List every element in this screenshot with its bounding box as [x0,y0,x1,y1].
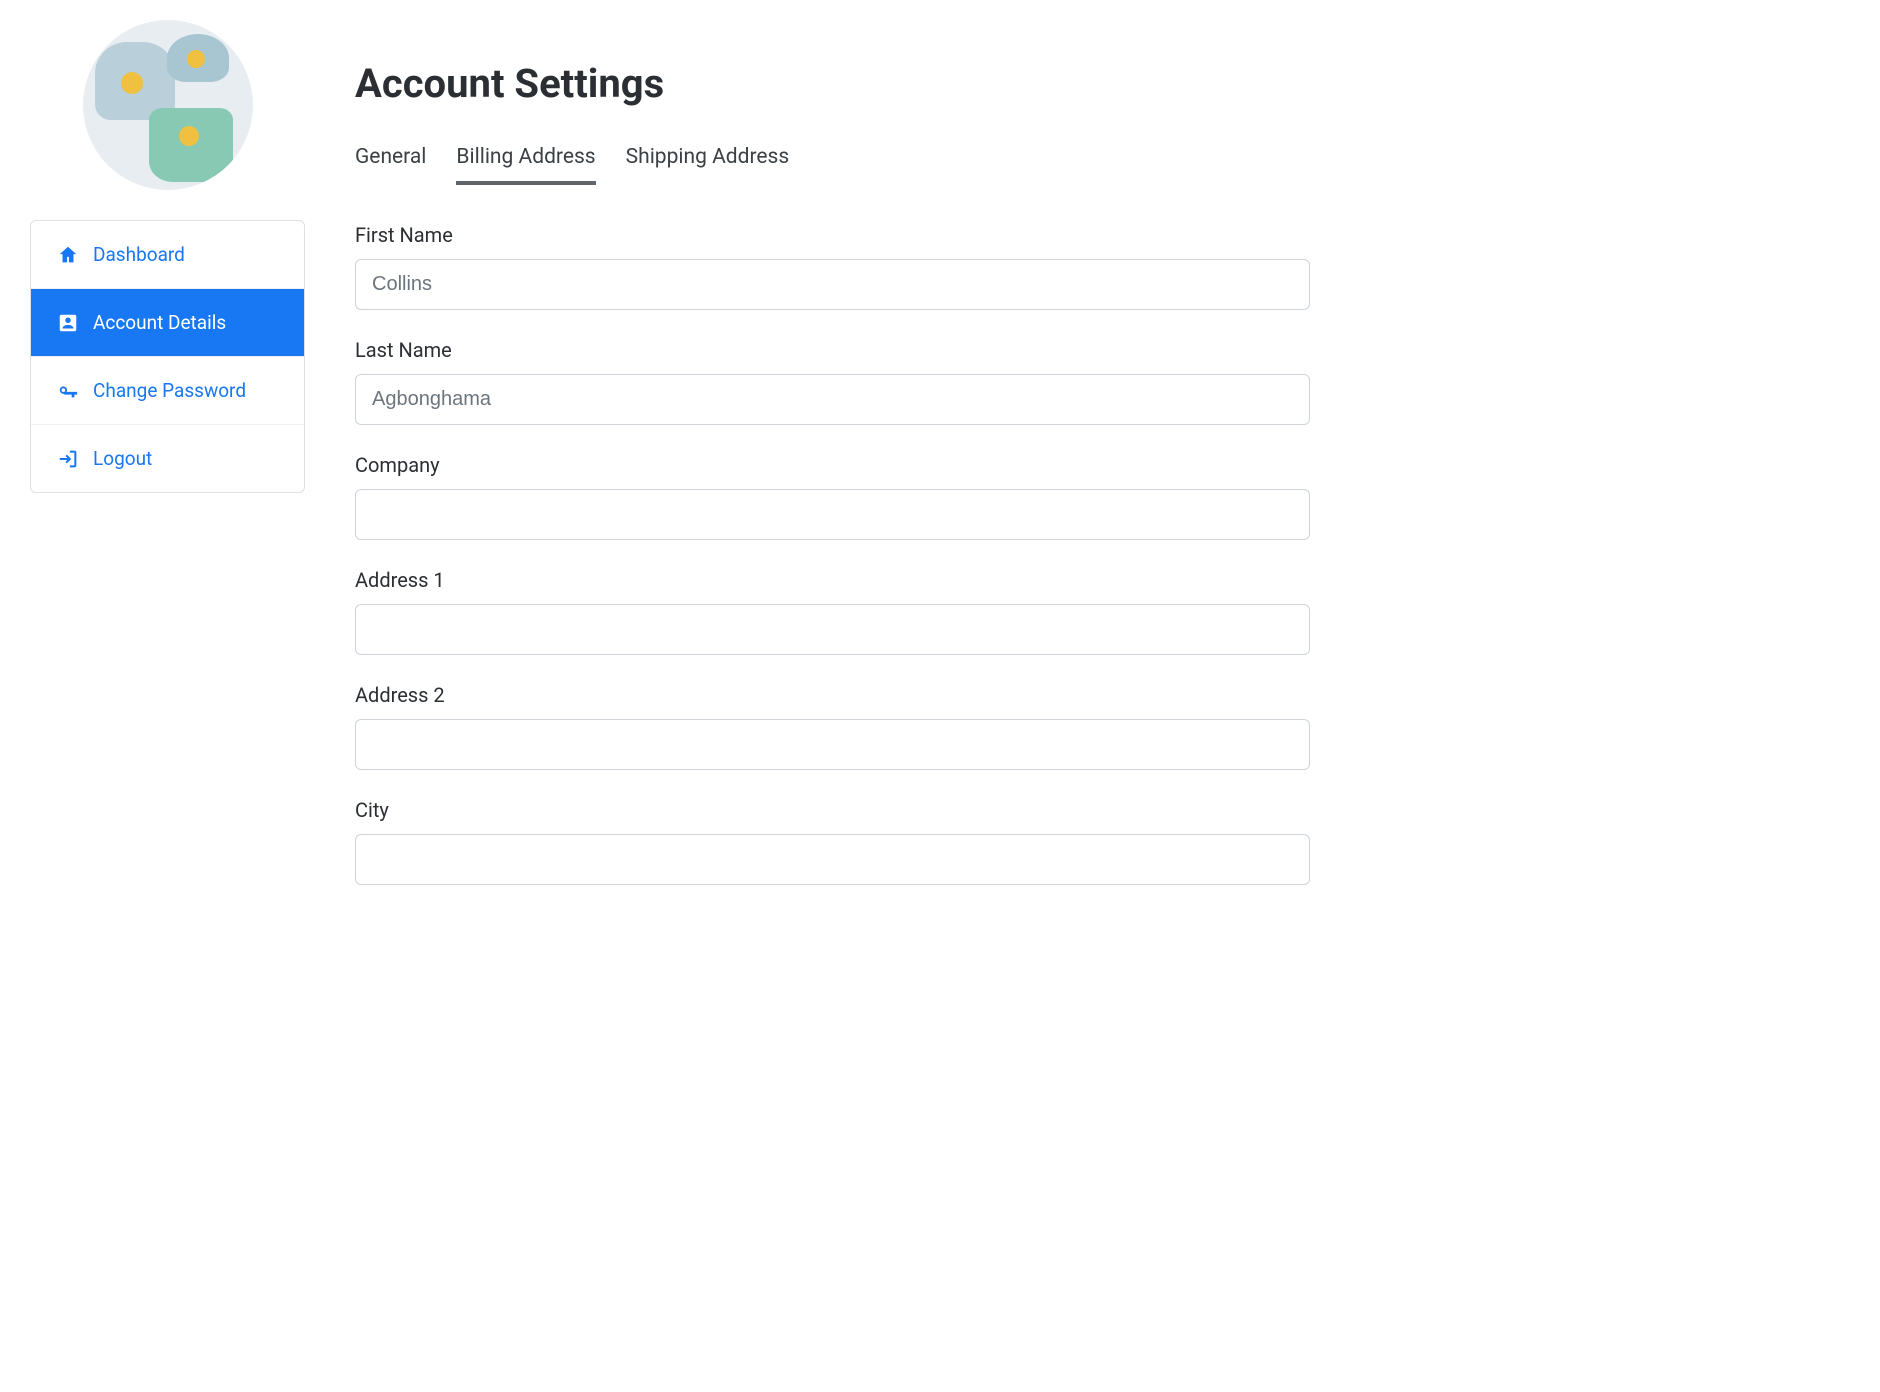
tab-shipping-address[interactable]: Shipping Address [626,145,790,185]
form-group-address-1: Address 1 [355,568,1310,655]
city-input[interactable] [355,834,1310,885]
address-1-label: Address 1 [355,568,1310,592]
logout-icon [57,448,79,470]
form-group-company: Company [355,453,1310,540]
main-content: Account Settings General Billing Address… [355,20,1310,913]
sidebar: Dashboard Account Details Change Passwor… [30,20,305,913]
first-name-input[interactable] [355,259,1310,310]
sidebar-item-label: Logout [93,447,152,470]
sidebar-item-account-details[interactable]: Account Details [31,289,304,357]
avatar-wrap [30,20,305,190]
billing-address-form: First Name Last Name Company Address 1 A… [355,223,1310,885]
sidebar-item-label: Dashboard [93,243,185,266]
first-name-label: First Name [355,223,1310,247]
tab-general[interactable]: General [355,145,426,185]
company-input[interactable] [355,489,1310,540]
form-group-first-name: First Name [355,223,1310,310]
tab-billing-address[interactable]: Billing Address [456,145,595,185]
page-title: Account Settings [355,60,1310,107]
form-group-last-name: Last Name [355,338,1310,425]
address-2-input[interactable] [355,719,1310,770]
last-name-input[interactable] [355,374,1310,425]
address-2-label: Address 2 [355,683,1310,707]
company-label: Company [355,453,1310,477]
avatar [83,20,253,190]
sidebar-item-change-password[interactable]: Change Password [31,357,304,425]
sidebar-item-label: Account Details [93,311,226,334]
key-icon [57,380,79,402]
address-1-input[interactable] [355,604,1310,655]
form-group-address-2: Address 2 [355,683,1310,770]
sidebar-item-dashboard[interactable]: Dashboard [31,221,304,289]
last-name-label: Last Name [355,338,1310,362]
home-icon [57,244,79,266]
sidebar-item-label: Change Password [93,379,246,402]
city-label: City [355,798,1310,822]
tabs: General Billing Address Shipping Address [355,145,1310,185]
sidebar-nav: Dashboard Account Details Change Passwor… [30,220,305,493]
sidebar-item-logout[interactable]: Logout [31,425,304,492]
account-icon [57,312,79,334]
form-group-city: City [355,798,1310,885]
